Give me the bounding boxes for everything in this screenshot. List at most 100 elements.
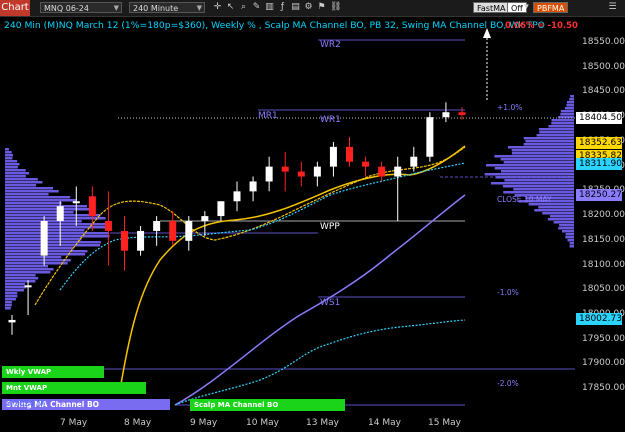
tpo-bar — [5, 217, 106, 220]
tpo-bar — [5, 301, 12, 304]
candle-body — [88, 196, 96, 217]
tpo-bar — [494, 155, 574, 158]
tpo-bar — [5, 157, 13, 160]
candle-body — [56, 206, 64, 222]
plus1-label: +1.0% — [497, 103, 523, 112]
price-tick-label: 18450.00 — [582, 86, 625, 97]
tpo-bar — [569, 98, 574, 101]
copyright-watermark: ©2024 Ni — [6, 399, 46, 408]
tpo-bar — [5, 190, 59, 193]
tpo-bar — [564, 107, 574, 110]
ws1-label: WS1 — [320, 298, 341, 308]
tpo-bar — [511, 149, 574, 152]
tpo-bar — [490, 182, 574, 185]
tpo-bar — [5, 226, 112, 229]
tpo-bar — [5, 244, 101, 247]
tpo-bar — [5, 187, 54, 190]
tpo-bar — [5, 169, 26, 172]
price-tag: 18002.73 — [576, 313, 622, 325]
tpo-bar — [565, 236, 574, 239]
candle-body — [458, 112, 466, 115]
wr1-label: WR1 — [320, 115, 341, 125]
candle-body — [104, 221, 112, 231]
price-tick-label: 18550.00 — [582, 37, 625, 47]
tpo-bar — [511, 152, 574, 155]
price-tick-label: 18150.00 — [582, 234, 625, 245]
tpo-bar — [549, 215, 574, 218]
candle-body — [8, 319, 16, 323]
candle-body — [442, 112, 450, 118]
tpo-bar — [523, 137, 574, 140]
tpo-bar — [5, 298, 16, 301]
candle-body — [378, 166, 386, 177]
tpo-bar — [5, 148, 9, 151]
tpo-bar — [5, 271, 51, 274]
tpo-bar — [5, 160, 18, 163]
candle-body — [346, 146, 353, 162]
price-tag: 18404.50 — [576, 112, 622, 124]
candle-body — [426, 117, 434, 157]
tpo-bar — [5, 202, 62, 205]
date-tick-label: 9 May — [190, 418, 218, 428]
tpo-bar — [525, 140, 574, 143]
tpo-bar — [513, 188, 574, 191]
tpo-bar — [500, 158, 574, 161]
date-tick-label: 14 May — [368, 418, 401, 428]
tpo-bar — [5, 151, 12, 154]
candle-body — [394, 166, 402, 177]
tpo-bar — [547, 218, 574, 221]
tpo-bar — [5, 184, 37, 187]
lower-vwap-cyan — [174, 319, 466, 406]
tpo-bar — [560, 110, 574, 113]
close-label: CLOSE 10 MAY — [497, 195, 552, 204]
tpo-bar — [5, 178, 38, 181]
candle-body — [201, 216, 209, 222]
candle-body — [265, 166, 273, 182]
tpo-bar — [5, 262, 68, 265]
tpo-bar — [5, 295, 18, 298]
tpo-bar — [5, 274, 36, 277]
tpo-bar — [551, 122, 574, 125]
tpo-bar — [536, 134, 574, 137]
tpo-bar — [5, 235, 110, 238]
tpo-bar — [5, 256, 62, 259]
tpo-bar — [560, 113, 574, 116]
tpo-bar — [507, 146, 574, 149]
tpo-bar — [503, 161, 574, 164]
date-tick-label: 7 May — [60, 418, 88, 428]
change-readout: 0.06% = -10.50 — [505, 21, 578, 31]
candle-body — [72, 201, 80, 204]
tpo-bar — [567, 239, 574, 242]
date-tick-label: 10 May — [246, 418, 279, 428]
mr1-label: MR1 — [258, 111, 278, 121]
tpo-bar — [5, 196, 71, 199]
price-tick-label: 17950.00 — [582, 333, 625, 344]
minus2-label: -2.0% — [497, 379, 519, 388]
tpo-bar — [5, 232, 109, 235]
tpo-bar — [494, 167, 574, 170]
candle-body — [121, 230, 128, 251]
candle-body — [410, 156, 418, 167]
tpo-bar — [5, 259, 71, 262]
wr2-label: WR2 — [320, 40, 341, 50]
tpo-bar — [503, 191, 574, 194]
tpo-bar — [5, 277, 39, 280]
price-tick-label: 17850.00 — [582, 383, 625, 394]
tpo-bar — [539, 131, 574, 134]
tpo-bar — [5, 154, 14, 157]
tpo-bar — [5, 286, 27, 289]
tpo-bar — [548, 125, 574, 128]
wkly-vwap-label: Wkly VWAP — [2, 366, 104, 378]
tpo-bar — [5, 307, 11, 310]
tpo-bar — [504, 179, 574, 182]
tpo-bar — [558, 227, 574, 230]
tpo-bar — [570, 95, 574, 98]
tpo-bar — [5, 214, 101, 217]
tpo-bar — [566, 104, 574, 107]
tpo-bar — [5, 304, 12, 307]
tpo-bar — [542, 212, 574, 215]
price-tick-label: 17900.00 — [582, 358, 625, 369]
wkly-vwap-cyan — [59, 162, 466, 291]
price-tick-label: 18500.00 — [582, 61, 625, 72]
candle-body — [329, 146, 337, 167]
